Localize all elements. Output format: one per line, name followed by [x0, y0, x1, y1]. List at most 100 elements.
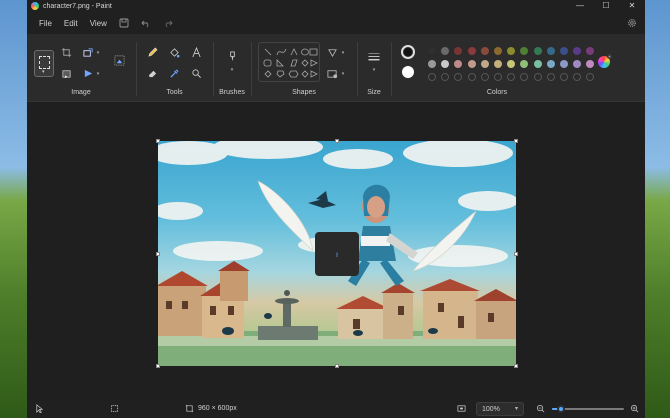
image-dimensions-icon: [185, 404, 194, 413]
fill-button[interactable]: [168, 46, 180, 58]
edit-colors-button[interactable]: +: [598, 54, 612, 68]
flip-button[interactable]: [82, 67, 94, 79]
custom-color-slot[interactable]: [467, 73, 476, 81]
color-swatch[interactable]: [428, 60, 436, 68]
color-swatch[interactable]: [573, 60, 582, 68]
color-swatch[interactable]: [560, 60, 568, 68]
color-swatch[interactable]: [494, 47, 502, 55]
selection-tool-button[interactable]: ▾: [34, 50, 54, 77]
color-swatch[interactable]: [480, 60, 489, 68]
menu-file[interactable]: File: [33, 19, 58, 28]
menu-edit[interactable]: Edit: [58, 19, 84, 28]
close-button[interactable]: ✕: [619, 0, 645, 12]
window-title: character7.png - Paint: [43, 2, 112, 10]
color-swatch[interactable]: [520, 60, 529, 68]
brushes-dropdown[interactable]: ▾: [228, 64, 236, 76]
color-swatch[interactable]: [586, 60, 595, 68]
custom-color-slot[interactable]: [507, 73, 516, 81]
selection-rectangle-icon: [39, 56, 50, 69]
crop-button[interactable]: [60, 46, 72, 58]
size-dropdown[interactable]: ▾: [370, 64, 378, 76]
color-swatch[interactable]: [507, 47, 516, 55]
custom-color-slot[interactable]: [454, 73, 463, 81]
custom-color-slot[interactable]: [520, 73, 529, 81]
shape-outline-dropdown[interactable]: ▾: [339, 47, 347, 59]
shape-fill-dropdown[interactable]: ▾: [339, 68, 347, 80]
rotate-button[interactable]: [60, 67, 72, 79]
color-swatch[interactable]: [520, 47, 529, 55]
shape-fill-button[interactable]: [326, 67, 338, 79]
color-swatch[interactable]: [546, 60, 555, 68]
custom-color-slot[interactable]: [546, 73, 555, 81]
eraser-button[interactable]: [146, 67, 158, 79]
crop-icon: [61, 47, 71, 57]
custom-color-slot[interactable]: [480, 73, 489, 81]
menu-view[interactable]: View: [84, 19, 113, 28]
color-swatch[interactable]: [467, 60, 476, 68]
resize-handle-top-right[interactable]: [514, 139, 518, 143]
color-swatch[interactable]: [586, 47, 595, 55]
resize-handle-right[interactable]: [514, 252, 518, 256]
size-button[interactable]: [367, 50, 381, 62]
zoom-level-select[interactable]: 100% ▾: [476, 402, 524, 416]
custom-color-slot[interactable]: [494, 73, 502, 81]
ribbon-toolbar: ▾ ▾ ▾ Image Tools ▾ Brushes ▾ ▾ Shapes ▾…: [27, 34, 645, 102]
save-icon[interactable]: [119, 18, 129, 28]
color-swatch[interactable]: [467, 47, 476, 55]
custom-color-slot[interactable]: [533, 73, 542, 81]
shapes-gallery[interactable]: [258, 42, 320, 82]
magnifier-button[interactable]: [190, 67, 202, 79]
flip-dropdown[interactable]: ▾: [94, 68, 102, 80]
color-picker-button[interactable]: [168, 67, 180, 79]
minimize-button[interactable]: —: [567, 0, 593, 12]
shape-outline-button[interactable]: [326, 46, 338, 58]
zoom-out-button[interactable]: [536, 404, 545, 413]
primary-color-swatch[interactable]: [401, 45, 415, 59]
pencil-button[interactable]: [146, 46, 158, 58]
color-swatch[interactable]: [546, 47, 555, 55]
color-swatch[interactable]: [533, 60, 542, 68]
text-button[interactable]: [190, 46, 202, 58]
color-swatch[interactable]: [560, 47, 568, 55]
resize-handle-left[interactable]: [156, 252, 160, 256]
zoom-chevron-down-icon: ▾: [514, 406, 518, 412]
resize-icon: [82, 47, 93, 57]
resize-handle-bottom-right[interactable]: [514, 364, 518, 368]
image-effects-button[interactable]: [113, 54, 125, 66]
zoom-slider[interactable]: [552, 405, 624, 413]
color-swatch[interactable]: [454, 60, 463, 68]
resize-handle-top-left[interactable]: [156, 139, 160, 143]
custom-color-slot[interactable]: [441, 73, 450, 81]
custom-color-slot[interactable]: [586, 73, 595, 81]
cursor-arrow-icon: [36, 404, 44, 413]
color-swatch[interactable]: [454, 47, 463, 55]
zoom-slider-thumb[interactable]: [556, 405, 565, 413]
zoom-in-icon: [630, 404, 639, 413]
secondary-color-swatch[interactable]: [402, 66, 414, 78]
undo-icon[interactable]: [141, 18, 151, 28]
brushes-button[interactable]: [226, 50, 238, 62]
resize-handle-bottom[interactable]: [335, 364, 339, 368]
resize-button[interactable]: [82, 46, 94, 58]
custom-color-slot[interactable]: [573, 73, 582, 81]
settings-gear-icon[interactable]: [627, 18, 637, 28]
custom-color-slot[interactable]: [428, 73, 436, 81]
color-swatch[interactable]: [480, 47, 489, 55]
custom-color-slot[interactable]: [560, 73, 568, 81]
resize-dropdown[interactable]: ▾: [94, 47, 102, 59]
color-swatch[interactable]: [441, 47, 450, 55]
color-swatch[interactable]: [441, 60, 450, 68]
fit-to-window-button[interactable]: [457, 404, 466, 413]
redo-icon[interactable]: [163, 18, 173, 28]
image-group-label: Image: [71, 89, 91, 96]
zoom-in-button[interactable]: [630, 404, 639, 413]
maximize-button[interactable]: ☐: [593, 0, 619, 12]
resize-handle-bottom-left[interactable]: [156, 364, 160, 368]
color-swatch[interactable]: [428, 47, 436, 55]
rotate-icon: [61, 69, 71, 78]
color-swatch[interactable]: [507, 60, 516, 68]
resize-handle-top[interactable]: [335, 139, 339, 143]
color-swatch[interactable]: [494, 60, 502, 68]
color-swatch[interactable]: [573, 47, 582, 55]
color-swatch[interactable]: [533, 47, 542, 55]
